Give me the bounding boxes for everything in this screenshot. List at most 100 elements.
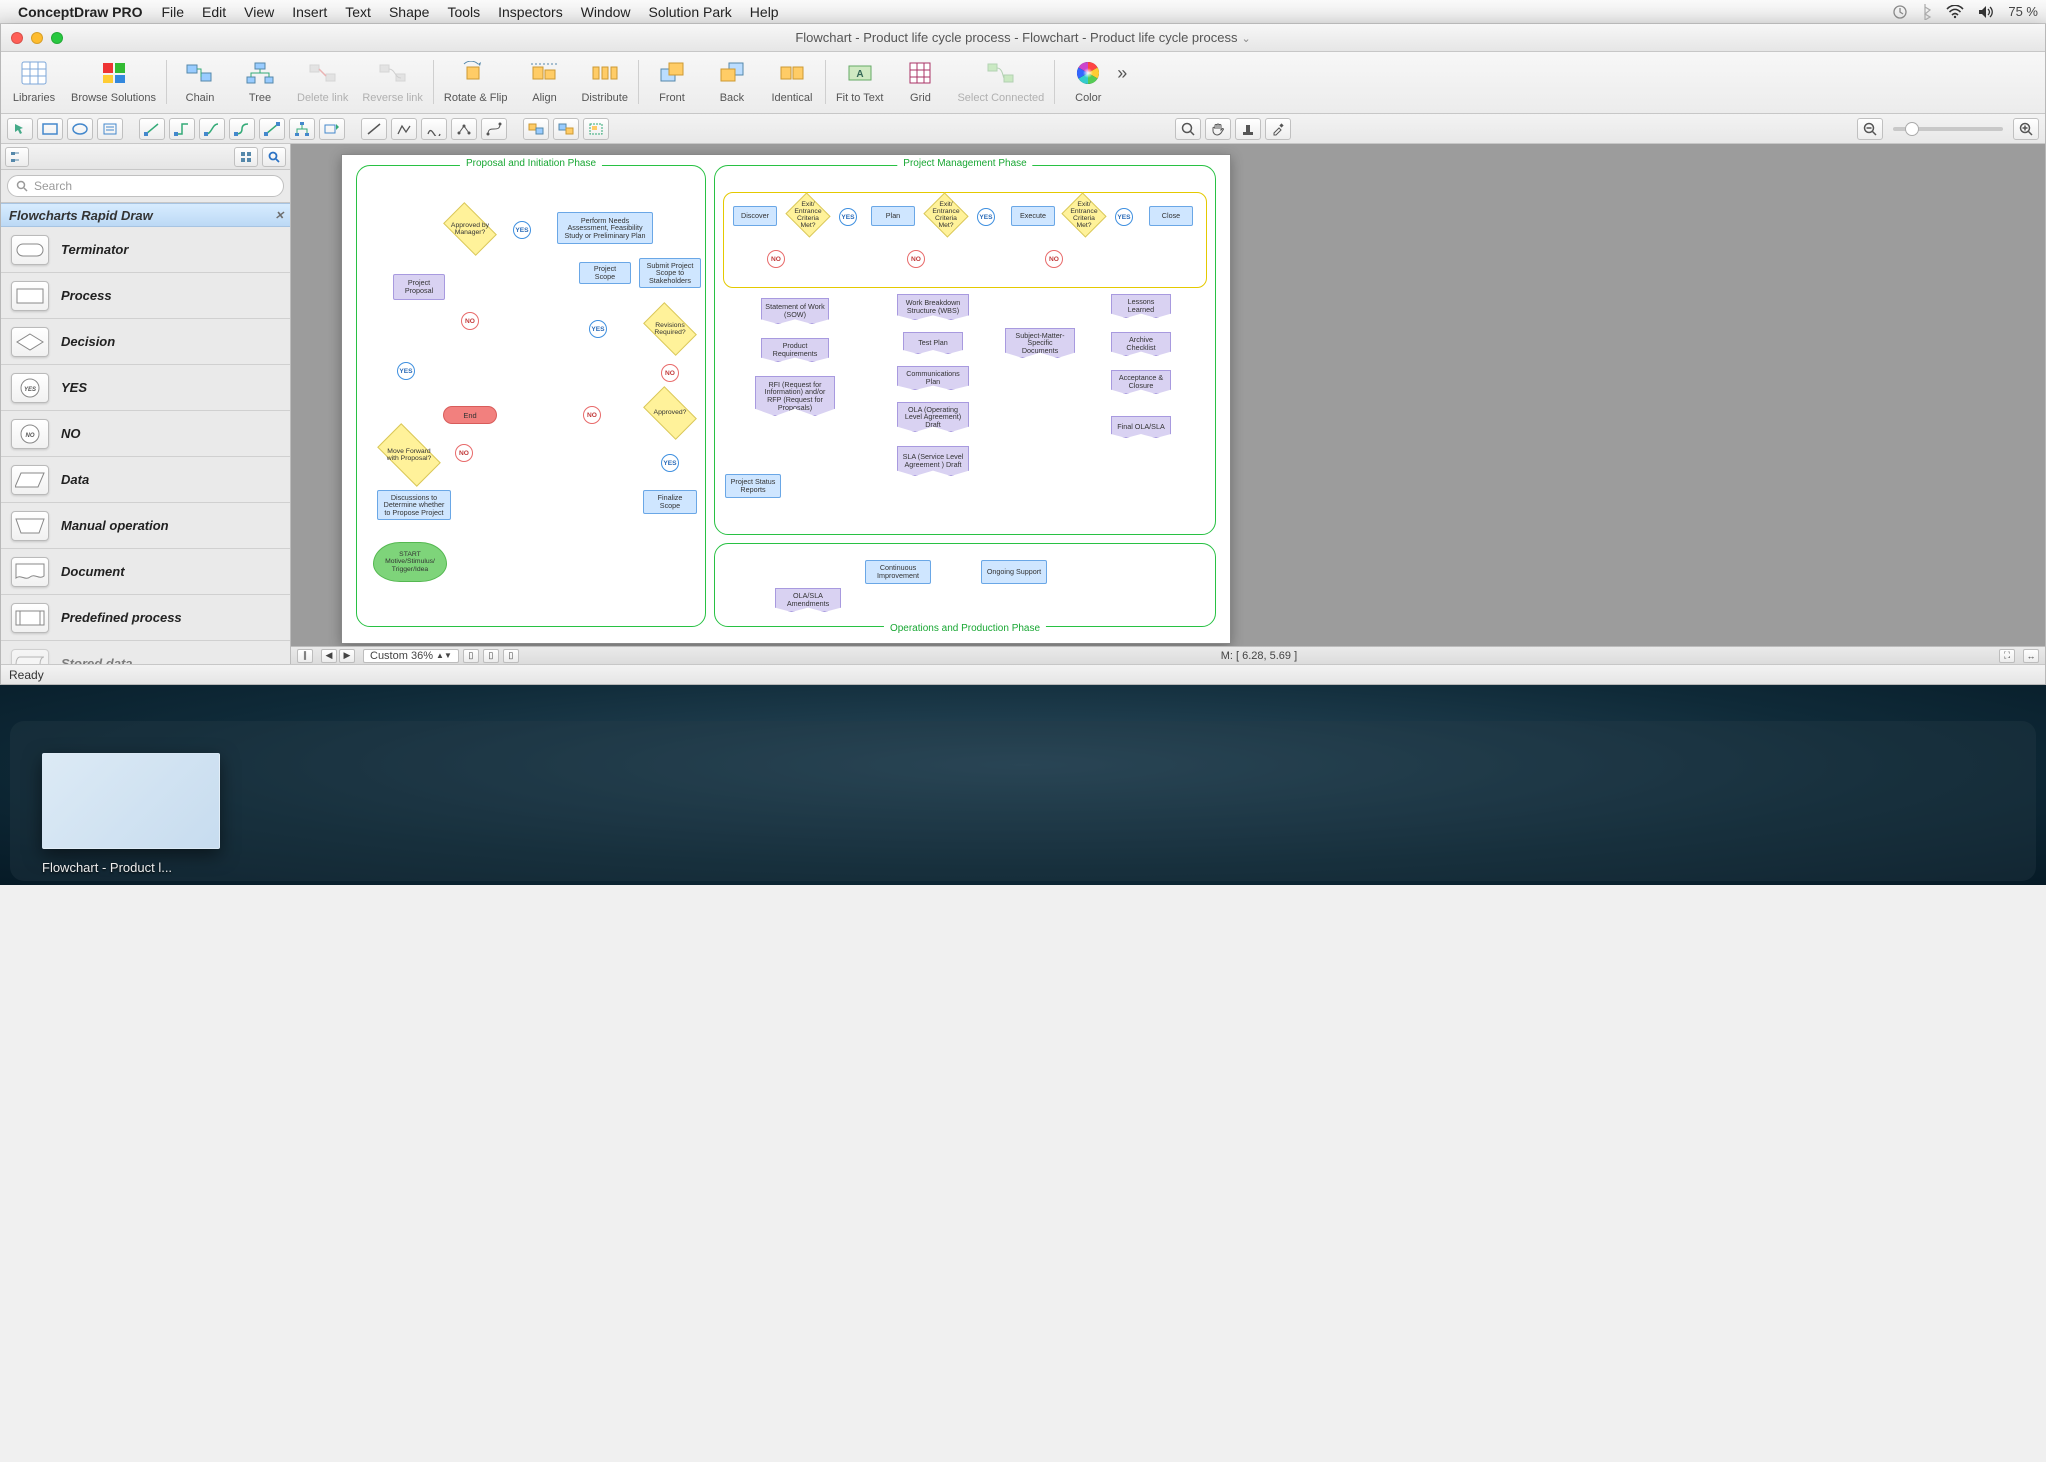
shape-terminator[interactable]: Terminator bbox=[1, 227, 290, 273]
node-project-proposal[interactable]: Project Proposal bbox=[393, 274, 445, 300]
node-submit-scope[interactable]: Submit Project Scope to Stakeholders bbox=[639, 258, 701, 288]
menu-help[interactable]: Help bbox=[741, 4, 788, 20]
sidebar-tab-grid[interactable] bbox=[234, 147, 258, 167]
tb-distribute[interactable]: Distribute bbox=[581, 58, 627, 104]
close-window-button[interactable] bbox=[11, 32, 23, 44]
tb-rotate-flip[interactable]: Rotate & Flip bbox=[444, 58, 508, 104]
node-status-reports[interactable]: Project Status Reports bbox=[725, 474, 781, 498]
tb-color[interactable]: Color bbox=[1065, 58, 1111, 104]
tb-browse-solutions[interactable]: Browse Solutions bbox=[71, 58, 156, 104]
sidebar-tab-tree[interactable] bbox=[5, 147, 29, 167]
ts-rect[interactable] bbox=[37, 118, 63, 140]
dock-thumbnail[interactable] bbox=[42, 753, 220, 849]
view-mode-2[interactable]: ▯ bbox=[483, 649, 499, 663]
library-header[interactable]: Flowcharts Rapid Draw ✕ bbox=[1, 203, 290, 227]
ts-conn-3[interactable] bbox=[199, 118, 225, 140]
tb-tree[interactable]: Tree bbox=[237, 58, 283, 104]
no-4[interactable]: NO bbox=[455, 444, 473, 462]
shape-manual-operation[interactable]: Manual operation bbox=[1, 503, 290, 549]
doc-sla-draft[interactable]: SLA (Service Level Agreement ) Draft bbox=[897, 446, 969, 476]
history-icon[interactable] bbox=[1892, 4, 1908, 20]
battery-percent[interactable]: 75 % bbox=[2008, 4, 2038, 19]
node-move-forward[interactable]: Move Forward with Proposal? bbox=[377, 423, 441, 487]
zoom-window-button[interactable] bbox=[51, 32, 63, 44]
doc-test-plan[interactable]: Test Plan bbox=[903, 332, 963, 354]
view-mode-3[interactable]: ▯ bbox=[503, 649, 519, 663]
ts-conn-tree[interactable] bbox=[289, 118, 315, 140]
shape-data[interactable]: Data bbox=[1, 457, 290, 503]
no-p2-2[interactable]: NO bbox=[907, 250, 925, 268]
sidebar-tab-search[interactable] bbox=[262, 147, 286, 167]
yes-p2-1[interactable]: YES bbox=[839, 208, 857, 226]
node-approved-by-manager[interactable]: Approved by Manager? bbox=[443, 202, 497, 256]
shape-predefined-process[interactable]: Predefined process bbox=[1, 595, 290, 641]
no-2[interactable]: NO bbox=[661, 364, 679, 382]
doc-rfi-rfp[interactable]: RFI (Request for Information) and/or RFP… bbox=[755, 376, 835, 416]
canvas-viewport[interactable]: Proposal and Initiation Phase Approved b… bbox=[291, 144, 2045, 646]
fit-width[interactable]: ↔ bbox=[2023, 649, 2039, 663]
yes-3[interactable]: YES bbox=[661, 454, 679, 472]
shape-document[interactable]: Document bbox=[1, 549, 290, 595]
tb-identical[interactable]: Identical bbox=[769, 58, 815, 104]
title-dropdown-icon[interactable]: ⌄ bbox=[1241, 33, 1250, 45]
menu-edit[interactable]: Edit bbox=[193, 4, 235, 20]
no-1[interactable]: NO bbox=[461, 312, 479, 330]
bluetooth-icon[interactable] bbox=[1922, 4, 1932, 20]
shape-stored-data[interactable]: Stored data bbox=[1, 641, 290, 664]
doc-sow[interactable]: Statement of Work (SOW) bbox=[761, 298, 829, 324]
node-close[interactable]: Close bbox=[1149, 206, 1193, 226]
ts-ellipse[interactable] bbox=[67, 118, 93, 140]
zoom-select[interactable]: Custom 36% ▲▼ bbox=[363, 649, 459, 663]
menu-tools[interactable]: Tools bbox=[438, 4, 489, 20]
ts-conn-5[interactable] bbox=[259, 118, 285, 140]
ts-text[interactable] bbox=[97, 118, 123, 140]
ts-pointer[interactable] bbox=[7, 118, 33, 140]
node-discover[interactable]: Discover bbox=[733, 206, 777, 226]
page-prev[interactable]: ◀ bbox=[321, 649, 337, 663]
menu-solution-park[interactable]: Solution Park bbox=[640, 4, 741, 20]
page-next[interactable]: ▶ bbox=[339, 649, 355, 663]
doc-sme[interactable]: Subject-Matter-Specific Documents bbox=[1005, 328, 1075, 358]
node-execute[interactable]: Execute bbox=[1011, 206, 1055, 226]
shape-process[interactable]: Process bbox=[1, 273, 290, 319]
app-name[interactable]: ConceptDraw PRO bbox=[18, 4, 142, 20]
ts-points[interactable] bbox=[451, 118, 477, 140]
fit-page[interactable]: ⛶ bbox=[1999, 649, 2015, 663]
shape-decision[interactable]: Decision bbox=[1, 319, 290, 365]
menu-file[interactable]: File bbox=[152, 4, 193, 20]
node-ongoing-support[interactable]: Ongoing Support bbox=[981, 560, 1047, 584]
doc-acceptance[interactable]: Acceptance & Closure bbox=[1111, 370, 1171, 394]
node-approved[interactable]: Approved? bbox=[643, 386, 697, 440]
tb-chain[interactable]: Chain bbox=[177, 58, 223, 104]
ts-conn-4[interactable] bbox=[229, 118, 255, 140]
no-p2-1[interactable]: NO bbox=[767, 250, 785, 268]
shape-yes[interactable]: YESYES bbox=[1, 365, 290, 411]
menu-view[interactable]: View bbox=[235, 4, 283, 20]
doc-product-req[interactable]: Product Requirements bbox=[761, 338, 829, 362]
ts-stamp-tool[interactable] bbox=[1235, 118, 1261, 140]
ts-line[interactable] bbox=[361, 118, 387, 140]
node-finalize-scope[interactable]: Finalize Scope bbox=[643, 490, 697, 514]
wifi-icon[interactable] bbox=[1946, 5, 1964, 19]
minimize-window-button[interactable] bbox=[31, 32, 43, 44]
tb-back[interactable]: Back bbox=[709, 58, 755, 104]
doc-lessons[interactable]: Lessons Learned bbox=[1111, 294, 1171, 318]
ts-group-1[interactable] bbox=[523, 118, 549, 140]
node-project-scope[interactable]: Project Scope bbox=[579, 262, 631, 284]
node-end[interactable]: End bbox=[443, 406, 497, 424]
ts-conn-1[interactable] bbox=[139, 118, 165, 140]
menu-text[interactable]: Text bbox=[336, 4, 380, 20]
page-pause[interactable]: ∥ bbox=[297, 649, 313, 663]
doc-final-ola-sla[interactable]: Final OLA/SLA bbox=[1111, 416, 1171, 438]
no-p2-3[interactable]: NO bbox=[1045, 250, 1063, 268]
doc-archive[interactable]: Archive Checklist bbox=[1111, 332, 1171, 356]
shape-no[interactable]: NONO bbox=[1, 411, 290, 457]
menu-window[interactable]: Window bbox=[572, 4, 640, 20]
node-discussions[interactable]: Discussions to Determine whether to Prop… bbox=[377, 490, 451, 520]
volume-icon[interactable] bbox=[1978, 5, 1994, 19]
yes-p2-3[interactable]: YES bbox=[1115, 208, 1133, 226]
zoom-slider[interactable] bbox=[1893, 127, 2003, 131]
doc-wbs[interactable]: Work Breakdown Structure (WBS) bbox=[897, 294, 969, 320]
node-plan[interactable]: Plan bbox=[871, 206, 915, 226]
ts-curve[interactable] bbox=[421, 118, 447, 140]
